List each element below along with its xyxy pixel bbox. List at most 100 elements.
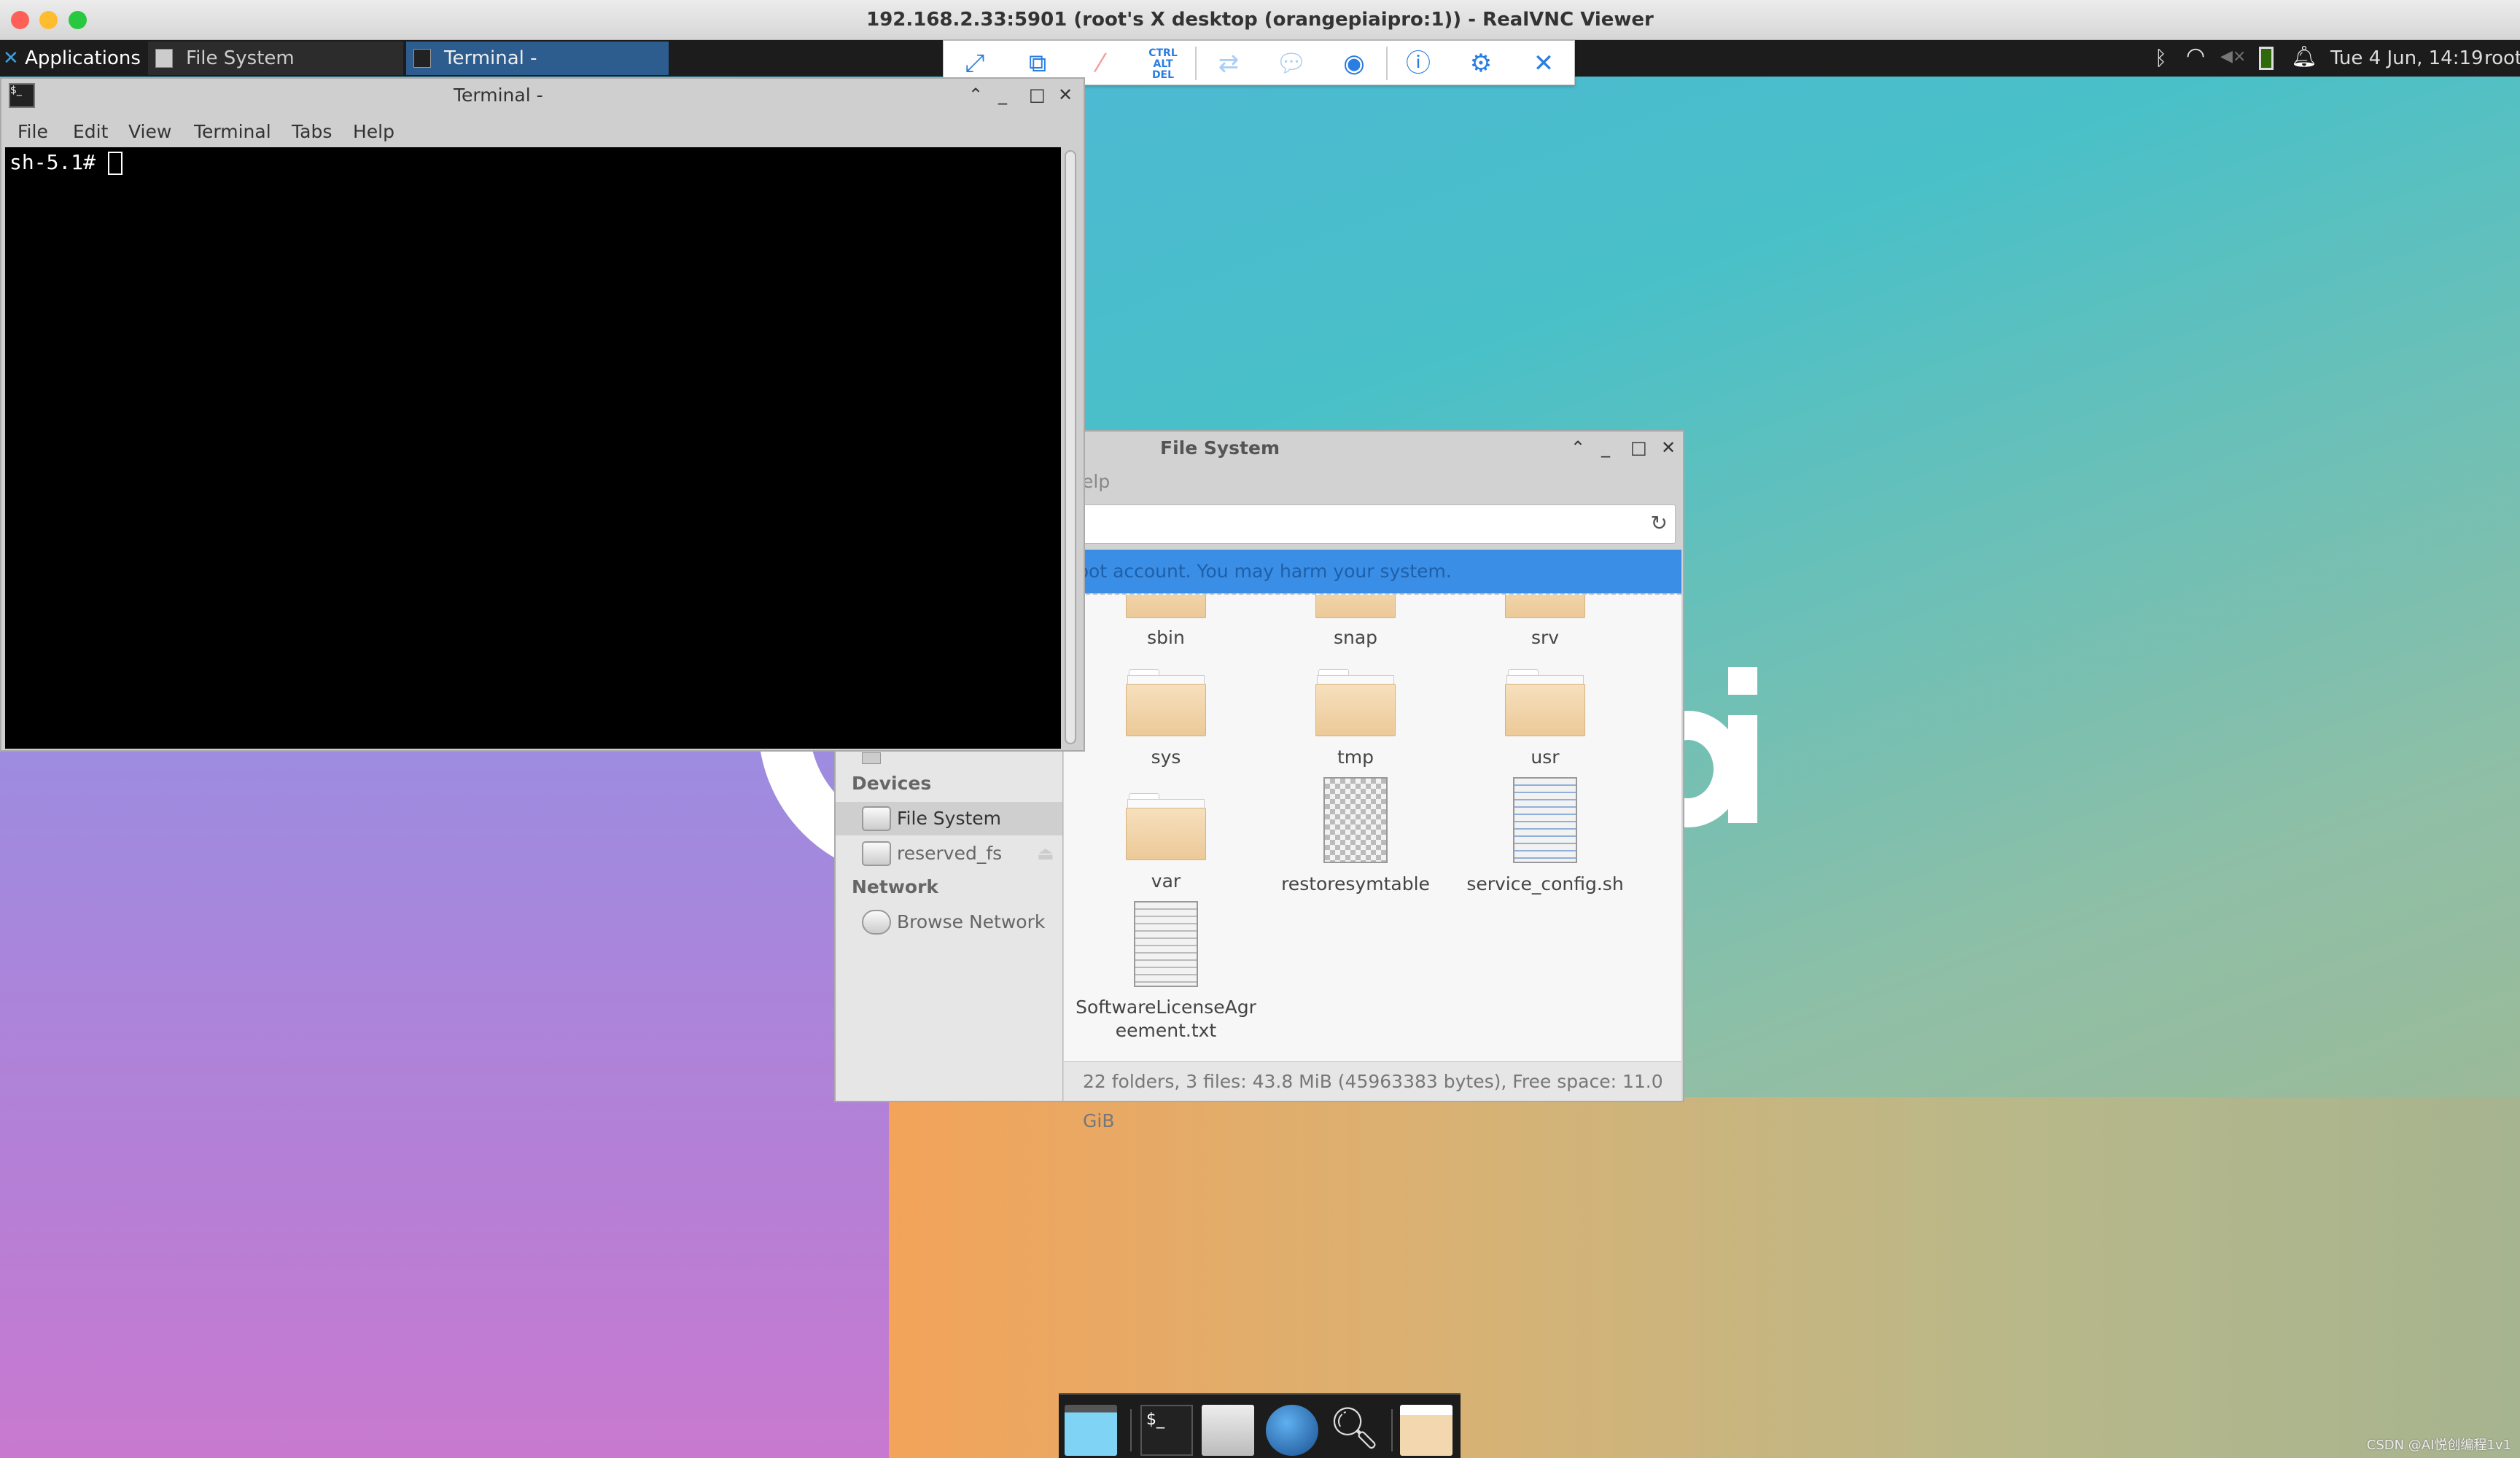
file-item-tmp[interactable]: tmp xyxy=(1261,669,1450,768)
close-button[interactable]: ✕ xyxy=(1058,85,1073,105)
terminal-icon[interactable]: $_ xyxy=(1140,1405,1193,1456)
menu-bar: File Edit View Terminal Tabs Help xyxy=(1,115,1084,148)
web-browser-icon[interactable] xyxy=(1266,1405,1318,1456)
search-icon[interactable]: 🔍︎ xyxy=(1329,1405,1381,1456)
reload-icon[interactable]: ↻ xyxy=(1651,511,1668,535)
file-transfer-icon[interactable]: ⇄ xyxy=(1212,47,1245,80)
binary-file-icon xyxy=(1323,777,1388,863)
task-label: Terminal - xyxy=(444,47,537,69)
show-desktop-icon[interactable] xyxy=(1065,1405,1117,1456)
file-name: eement.txt xyxy=(1115,1020,1217,1041)
notification-bell-icon[interactable]: 🔔︎ xyxy=(2291,44,2317,69)
file-item-service-config[interactable]: service_config.sh xyxy=(1450,777,1640,894)
divider xyxy=(1195,47,1197,80)
volume-muted-icon[interactable]: ◀× xyxy=(2220,47,2246,66)
menu-terminal[interactable]: Terminal xyxy=(194,115,271,148)
settings-icon[interactable]: ⚙ xyxy=(1464,47,1498,80)
terminal-output[interactable]: sh-5.1# xyxy=(5,147,1061,749)
ctrl-label: CTRL xyxy=(1148,47,1178,59)
user-menu[interactable]: root xyxy=(2484,40,2520,77)
cursor xyxy=(107,152,122,175)
folder-icon[interactable] xyxy=(1400,1405,1452,1456)
sidebar-item-label: Browse Network xyxy=(897,911,1046,932)
wallpaper-logo xyxy=(1728,667,1757,695)
minimize-button[interactable]: _ xyxy=(1601,437,1610,458)
zoom-window-button[interactable] xyxy=(69,11,87,29)
menu-view[interactable]: View xyxy=(128,115,171,148)
del-label: DEL xyxy=(1151,69,1175,81)
eject-icon[interactable]: ⏏ xyxy=(1037,837,1054,870)
file-name: srv xyxy=(1531,627,1560,648)
window-title: 192.168.2.33:5901 (root's X desktop (ora… xyxy=(866,9,1654,31)
menu-help[interactable]: Help xyxy=(353,115,394,148)
folder-icon xyxy=(1315,669,1396,736)
drive-icon xyxy=(862,752,881,764)
close-button[interactable]: ✕ xyxy=(1661,437,1676,458)
maximize-button[interactable]: □ xyxy=(1630,437,1647,458)
file-item-snap[interactable]: snap xyxy=(1261,595,1450,648)
task-file-system[interactable]: File System xyxy=(148,42,403,75)
file-item-sbin[interactable]: sbin xyxy=(1071,595,1261,648)
file-item-sys[interactable]: sys xyxy=(1071,669,1261,768)
file-name: sbin xyxy=(1147,627,1185,648)
window-title: File System xyxy=(1160,437,1280,459)
file-name: snap xyxy=(1333,627,1378,648)
menu-edit[interactable]: Edit xyxy=(73,115,108,148)
wifi-icon[interactable]: ◠ xyxy=(2186,43,2205,69)
dock: $_ 🔍︎ xyxy=(1059,1393,1461,1458)
text-file-icon xyxy=(1134,901,1198,987)
folder-icon xyxy=(1505,669,1585,736)
menu-help[interactable]: elp xyxy=(1082,471,1110,492)
network-heading: Network xyxy=(852,876,939,897)
file-view: sbin snap srv sys tmp usr var restoresym… xyxy=(1064,593,1681,1061)
cloud-icon xyxy=(862,910,891,935)
clock[interactable]: Tue 4 Jun, 14:19 xyxy=(2330,40,2484,77)
script-file-icon xyxy=(1513,777,1577,863)
xfce-icon: ✕ xyxy=(3,47,19,69)
chat-icon[interactable]: 💬︎ xyxy=(1275,47,1308,80)
terminal-icon: $_ xyxy=(9,83,35,108)
record-icon[interactable]: ◉ xyxy=(1337,47,1371,80)
sidebar-item-file-system[interactable]: File System xyxy=(836,802,1062,835)
ctrl-alt-del-button[interactable]: CTRL ALT DEL xyxy=(1146,47,1180,81)
battery-icon[interactable] xyxy=(2259,47,2274,70)
home-folder-icon[interactable] xyxy=(1202,1405,1254,1456)
file-item-usr[interactable]: usr xyxy=(1450,669,1640,768)
wallpaper-region xyxy=(0,751,889,1458)
file-name: service_config.sh xyxy=(1466,873,1624,894)
audio-muted-icon[interactable]: ⁄ xyxy=(1084,47,1117,80)
maximize-button[interactable]: □ xyxy=(1029,85,1046,105)
applications-menu[interactable]: ✕ Applications ⁝ xyxy=(3,40,152,77)
drive-icon xyxy=(862,841,891,866)
close-icon[interactable]: ✕ xyxy=(1527,47,1560,80)
sidebar-item-browse-network[interactable]: Browse Network xyxy=(836,905,1062,939)
fullscreen-icon[interactable]: ⤢ xyxy=(958,47,992,80)
shade-button[interactable]: ⌃ xyxy=(1571,437,1585,458)
file-item-var[interactable]: var xyxy=(1071,793,1261,892)
scrollbar[interactable] xyxy=(1065,150,1076,744)
vnc-title-bar: 192.168.2.33:5901 (root's X desktop (ora… xyxy=(0,0,2520,40)
shade-button[interactable]: ⌃ xyxy=(968,85,983,105)
menu-file[interactable]: File xyxy=(18,115,48,148)
drive-icon xyxy=(155,49,173,68)
applications-label: Applications xyxy=(25,47,141,69)
folder-icon xyxy=(1126,793,1206,860)
location-bar[interactable]: ↻ xyxy=(1063,504,1676,544)
status-bar: 22 folders, 3 files: 43.8 MiB (45963383 … xyxy=(1064,1061,1681,1131)
file-name: SoftwareLicenseAgr xyxy=(1076,997,1256,1018)
minimize-button[interactable]: _ xyxy=(998,85,1007,105)
menu-tabs[interactable]: Tabs xyxy=(292,115,332,148)
file-item-srv[interactable]: srv xyxy=(1450,595,1640,648)
task-terminal[interactable]: Terminal - xyxy=(406,42,669,75)
bluetooth-icon[interactable]: ᛒ xyxy=(2155,46,2167,70)
file-item-license[interactable]: SoftwareLicenseAgr eement.txt xyxy=(1071,901,1261,1042)
folder-icon xyxy=(1126,669,1206,736)
minimize-window-button[interactable] xyxy=(39,11,58,29)
close-window-button[interactable] xyxy=(11,11,29,29)
shell-prompt: sh-5.1# xyxy=(9,150,108,174)
file-item-restoresymtable[interactable]: restoresymtable xyxy=(1261,777,1450,894)
scale-icon[interactable]: ⧉ xyxy=(1021,47,1054,80)
task-label: File System xyxy=(186,47,295,69)
info-icon[interactable]: ⓘ xyxy=(1401,47,1435,80)
sidebar-item-reserved-fs[interactable]: reserved_fs ⏏ xyxy=(836,837,1062,870)
